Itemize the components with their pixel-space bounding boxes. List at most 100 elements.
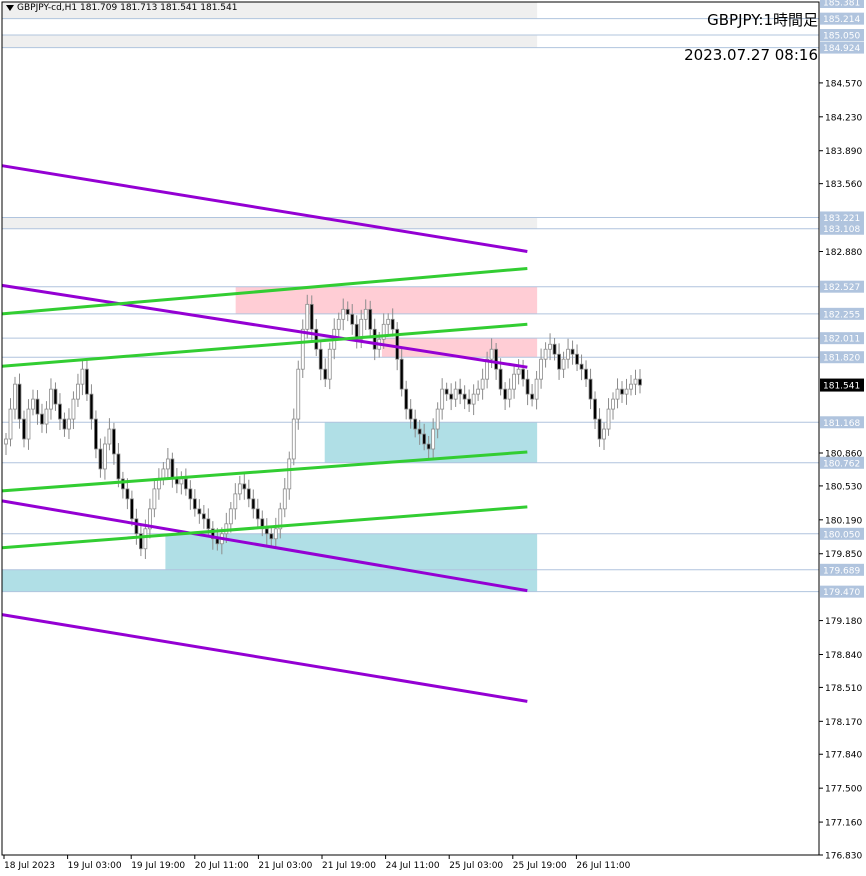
- candle-body-43: [197, 508, 202, 515]
- candle-body-93: [422, 433, 427, 445]
- candle-body-63: [287, 458, 292, 490]
- price-tick-label-2: 183.890: [825, 147, 862, 157]
- time-label-6: 24 Jul 11:00: [386, 861, 440, 871]
- candle-body-21: [98, 448, 103, 470]
- candle-body-90: [408, 408, 413, 420]
- candle-body-126: [570, 348, 575, 355]
- candle-body-62: [282, 488, 287, 510]
- candle-body-94: [426, 443, 431, 450]
- candle-body-85: [386, 318, 391, 325]
- level-label-14: 179.470: [823, 588, 860, 598]
- candle-body-102: [462, 393, 467, 400]
- chart-timestamp: 2023.07.27 08:16: [684, 46, 818, 64]
- price-tick-label-11: 178.510: [825, 684, 862, 694]
- candle-body-121: [548, 343, 552, 350]
- candle-body-7: [35, 398, 40, 415]
- price-tick-label-16: 176.830: [825, 852, 862, 862]
- level-label-9: 181.820: [823, 354, 860, 364]
- candle-body-1: [8, 408, 13, 440]
- candle-body-132: [597, 418, 602, 440]
- candle-body-141: [638, 378, 642, 386]
- candle-body-53: [242, 483, 247, 490]
- candle-body-72: [327, 348, 332, 380]
- time-label-0: 18 Jul 2023: [4, 861, 55, 871]
- candle-body-0: [4, 438, 8, 445]
- candle-body-91: [413, 418, 418, 430]
- price-tick-label-8: 179.850: [825, 550, 862, 560]
- candle-body-81: [368, 308, 373, 330]
- candle-body-42: [192, 498, 197, 510]
- candle-body-97: [440, 388, 445, 410]
- zone-gray-7: [2, 217, 538, 229]
- candle-body-31: [143, 528, 148, 550]
- level-label-5: 183.108: [823, 225, 860, 235]
- candle-body-36: [165, 458, 170, 470]
- candle-body-22: [103, 443, 107, 470]
- zone-support-2: [324, 422, 538, 463]
- symbol-info: GBPJPY-cd,H1 181.709 181.713 181.541 181…: [6, 3, 237, 13]
- time-label-4: 21 Jul 03:00: [258, 861, 312, 871]
- time-label-1: 19 Jul 03:00: [68, 861, 122, 871]
- candle-body-82: [372, 328, 377, 350]
- candle-body-95: [431, 428, 436, 450]
- candle-body-54: [246, 488, 251, 500]
- candle-body-2: [13, 383, 17, 410]
- candle-body-92: [417, 428, 422, 435]
- candle-body-5: [26, 408, 31, 440]
- candle-body-56: [255, 508, 260, 520]
- candle-body-117: [530, 393, 534, 400]
- candle-body-118: [534, 378, 539, 400]
- candle-body-6: [31, 398, 35, 410]
- level-label-1: 185.214: [823, 15, 860, 25]
- price-tick-label-3: 183.560: [825, 180, 862, 190]
- time-label-8: 25 Jul 19:00: [513, 861, 567, 871]
- candle-body-110: [498, 368, 503, 390]
- price-chart[interactable]: 184.570184.230183.890183.560182.880180.8…: [0, 0, 866, 876]
- candle-body-74: [336, 318, 341, 330]
- level-label-10: 181.168: [823, 419, 860, 429]
- candle-body-88: [399, 358, 404, 390]
- candle-body-4: [22, 418, 26, 440]
- candle-body-115: [521, 368, 525, 380]
- time-label-2: 19 Jul 19:00: [131, 861, 185, 871]
- candle-body-8: [40, 413, 44, 425]
- candle-body-45: [206, 518, 211, 530]
- candle-body-130: [588, 378, 593, 400]
- level-label-6: 182.527: [823, 283, 860, 293]
- candle-body-89: [404, 388, 409, 410]
- level-label-13: 179.689: [823, 566, 860, 576]
- candle-body-86: [390, 318, 395, 330]
- candle-body-11: [53, 388, 58, 405]
- level-label-2: 185.050: [823, 32, 860, 42]
- price-tick-label-1: 184.230: [825, 113, 862, 123]
- level-label-8: 182.011: [823, 335, 860, 345]
- candle-body-111: [503, 388, 508, 400]
- candle-body-71: [323, 368, 328, 380]
- candle-body-27: [125, 488, 130, 500]
- level-label-0: 185.381: [823, 0, 860, 9]
- candle-body-134: [606, 408, 611, 430]
- candle-body-47: [215, 538, 220, 545]
- candle-body-112: [507, 388, 512, 400]
- candle-body-13: [62, 418, 67, 430]
- candle-body-15: [71, 398, 76, 420]
- candle-body-128: [579, 363, 584, 370]
- candle-body-17: [80, 368, 85, 385]
- candle-body-40: [183, 478, 188, 490]
- price-tick-label-0: 184.570: [825, 79, 862, 89]
- bid-label: 181.541: [823, 382, 860, 392]
- candle-body-139: [629, 383, 633, 390]
- candle-body-9: [44, 408, 49, 425]
- candle-body-122: [552, 343, 557, 355]
- time-label-9: 26 Jul 11:00: [576, 861, 630, 871]
- candle-body-140: [633, 378, 638, 385]
- candle-body-106: [480, 378, 485, 390]
- time-axis: 18 Jul 2023 19 Jul 03:00 19 Jul 19:00 20 Ju…: [3, 855, 631, 871]
- zone-support-4: [2, 569, 538, 592]
- collapse-triangle-icon[interactable]: [6, 4, 14, 11]
- candle-body-67: [305, 303, 310, 330]
- candle-body-136: [615, 388, 620, 400]
- candle-body-119: [539, 358, 543, 380]
- candle-body-133: [602, 428, 606, 440]
- candle-body-108: [489, 348, 494, 360]
